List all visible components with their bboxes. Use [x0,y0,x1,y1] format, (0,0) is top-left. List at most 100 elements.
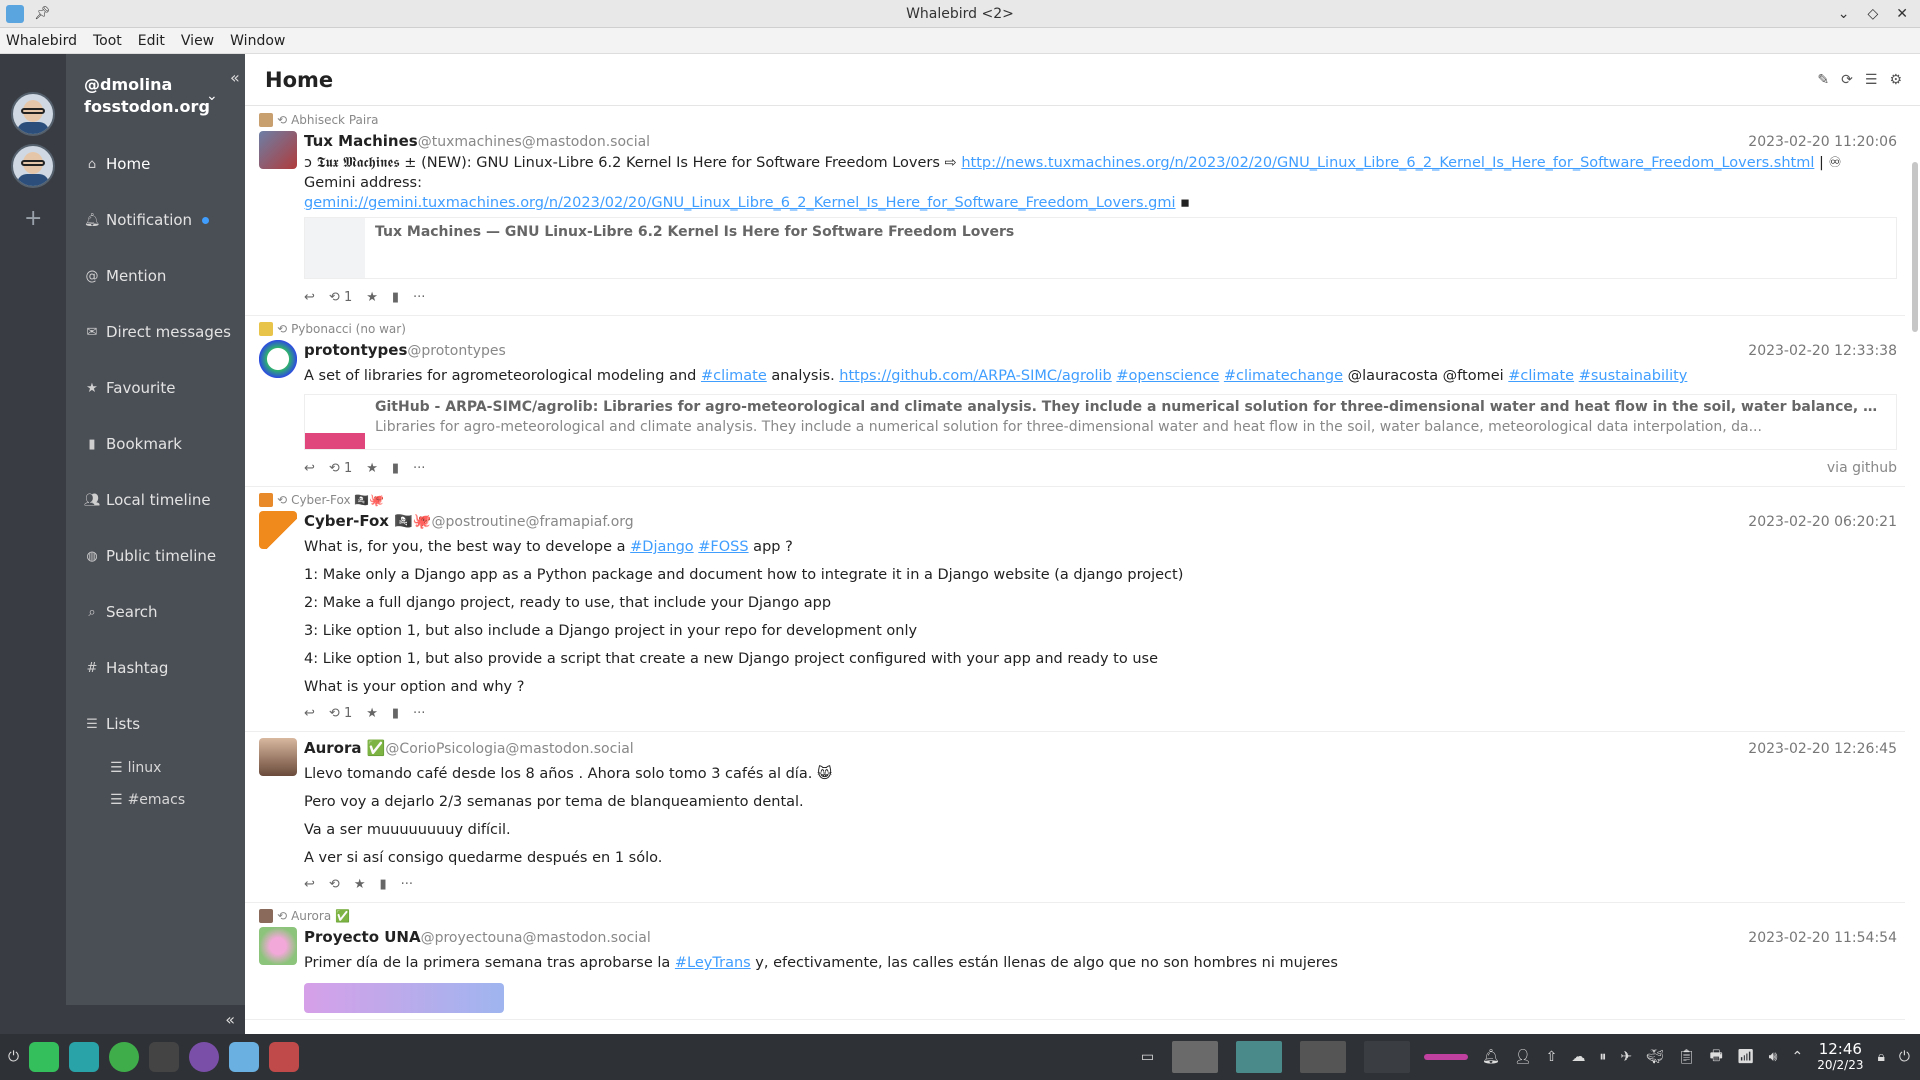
wifi-icon[interactable]: 📶︎ [1737,1049,1755,1065]
favourite-icon[interactable]: ★ [366,706,378,721]
sidebar-item-search[interactable]: ⌕ Search [84,603,157,621]
bookmark-icon[interactable]: ▮ [392,461,399,476]
favourite-icon[interactable]: ★ [354,877,366,892]
collapse-menu-icon[interactable]: « [66,1005,245,1034]
printer-icon[interactable]: 🖶 [1710,1045,1723,1069]
whalebird-tray-icon[interactable]: 🐳︎ [1646,1049,1664,1065]
compose-icon[interactable]: ✎ [1817,72,1829,88]
reply-icon[interactable]: ↩ [304,706,315,721]
menu-view[interactable]: View [181,33,214,49]
sidebar-item-lists[interactable]: ☰ Lists [84,715,140,733]
status-time[interactable]: 2023-02-20 11:54:54 [1748,926,1897,950]
hashtag-link[interactable]: #climatechange [1224,368,1343,384]
notifications-icon[interactable]: 🔔︎ [1482,1049,1500,1065]
chevron-up-icon[interactable]: ⌃ [1791,1049,1803,1065]
status-display-name[interactable]: Tux Machines [304,129,418,153]
status-item[interactable]: ⟲ Pybonacci (no war) protontypes @proton… [245,316,1905,487]
link-preview-card[interactable]: Tux Machines — GNU Linux-Libre 6.2 Kerne… [304,217,1897,279]
status-time[interactable]: 2023-02-20 12:33:38 [1748,339,1897,363]
status-avatar[interactable] [259,738,297,776]
hashtag-link[interactable]: #sustainability [1579,368,1688,384]
reply-icon[interactable]: ↩ [304,877,315,892]
hashtag-link[interactable]: #Django [630,539,694,555]
lock-icon[interactable]: ⏻ [8,1049,19,1065]
clipboard-icon[interactable]: 📋︎ [1678,1049,1696,1065]
more-icon[interactable]: ··· [401,877,413,892]
timeline[interactable]: ⟲ Abhiseck Paira Tux Machines @tuxmachin… [245,107,1905,1034]
reblog-button[interactable]: ⟲ 1 [329,706,352,721]
reply-icon[interactable]: ↩ [304,461,315,476]
link-preview-card[interactable]: GitHub - ARPA-SIMC/agrolib: Libraries fo… [304,394,1897,450]
menu-toot[interactable]: Toot [93,33,122,49]
show-desktop-icon[interactable]: ▭ [1141,1049,1154,1065]
hashtag-link[interactable]: #LeyTrans [675,955,751,971]
status-avatar[interactable] [259,131,297,169]
window-thumb-terminal[interactable] [1300,1041,1347,1073]
sidebar-item-mention[interactable]: @ Mention [84,267,167,285]
favourite-icon[interactable]: ★ [366,290,378,305]
reblog-button[interactable]: ⟲ [329,877,340,892]
reblog-button[interactable]: ⟲ 1 [329,290,352,305]
account-avatar-secondary[interactable] [11,144,55,188]
lock-screen-icon[interactable]: 🔒︎ [1877,1049,1884,1065]
status-avatar[interactable] [259,927,297,965]
telegram-icon[interactable]: ✈ [1620,1049,1632,1065]
collapse-sidebar-icon[interactable]: « [230,68,240,87]
more-icon[interactable]: ··· [413,290,425,305]
bookmark-icon[interactable]: ▮ [379,877,386,892]
status-item[interactable]: ⟲ Aurora ✅ Proyecto UNA @proyectouna@mas… [245,903,1905,1020]
sidebar-item-direct-messages[interactable]: ✉ Direct messages [84,323,231,341]
update-icon[interactable]: ⇧ [1546,1049,1558,1065]
timeline-scrollbar[interactable] [1912,162,1918,332]
window-thumb-empty[interactable] [1364,1041,1411,1073]
status-link[interactable]: https://github.com/ARPA-SIMC/agrolib [839,368,1111,384]
hashtag-link[interactable]: #climate [1508,368,1574,384]
emacs-icon[interactable] [189,1042,220,1072]
menu-whalebird[interactable]: Whalebird [6,33,77,49]
reply-icon[interactable]: ↩ [304,290,315,305]
user-icon[interactable]: 👤︎ [1514,1049,1532,1065]
menu-window[interactable]: Window [230,33,285,49]
account-info[interactable]: @dmolina fosstodon.org [84,74,210,118]
terminal-icon[interactable] [149,1042,180,1072]
more-icon[interactable]: ··· [413,461,425,476]
status-item[interactable]: Aurora ✅ @CorioPsicologia@mastodon.socia… [245,732,1905,903]
status-item[interactable]: ⟲ Cyber-Fox 🏴‍☠️🐙 Cyber-Fox 🏴‍☠️🐙 @postr… [245,487,1905,732]
bookmark-icon[interactable]: ▮ [392,290,399,305]
hashtag-link[interactable]: #climate [701,368,767,384]
clock[interactable]: 12:46 20/2/23 [1817,1041,1863,1073]
status-avatar[interactable] [259,511,297,549]
sidebar-item-hashtag[interactable]: # Hashtag [84,659,169,677]
sidebar-item-notification[interactable]: 🔔︎ Notification [84,211,210,229]
status-time[interactable]: 2023-02-20 12:26:45 [1748,737,1897,761]
pause-icon[interactable]: ⏸ [1599,1049,1606,1065]
chevron-down-icon[interactable]: ⌄ [206,88,218,104]
volume-icon[interactable]: 🔊︎ [1769,1049,1778,1065]
power-icon[interactable]: ⏻ [1899,1049,1910,1065]
media-attachment[interactable] [304,983,504,1013]
sidebar-item-bookmark[interactable]: ▮ Bookmark [84,435,182,453]
status-link-gemini[interactable]: gemini://gemini.tuxmachines.org/n/2023/0… [304,195,1176,211]
more-icon[interactable]: ··· [413,706,425,721]
favourite-icon[interactable]: ★ [366,461,378,476]
reload-icon[interactable]: ⟳ [1841,72,1853,88]
account-avatar-primary[interactable] [11,92,55,136]
settings-icon[interactable]: ⚙ [1889,72,1902,88]
window-thumb-whalebird[interactable] [1236,1041,1283,1073]
bookmark-icon[interactable]: ▮ [392,706,399,721]
status-time[interactable]: 2023-02-20 11:20:06 [1748,130,1897,154]
sidebar-list-linux[interactable]: ☰ linux [110,760,161,776]
maximize-icon[interactable]: ◇ [1867,6,1878,22]
status-time[interactable]: 2023-02-20 06:20:21 [1748,510,1897,534]
status-display-name[interactable]: Aurora ✅ [304,736,385,760]
sidebar-item-favourite[interactable]: ★ Favourite [84,379,175,397]
status-item[interactable]: ⟲ Abhiseck Paira Tux Machines @tuxmachin… [245,107,1905,316]
cloud-icon[interactable]: ☁ [1571,1049,1585,1065]
sidebar-item-public-timeline[interactable]: ◍ Public timeline [84,547,216,565]
via-application[interactable]: via github [1827,460,1897,476]
status-display-name[interactable]: Proyecto UNA [304,925,421,949]
menu-edit[interactable]: Edit [138,33,165,49]
manjaro-menu-icon[interactable] [29,1042,60,1072]
sidebar-item-home[interactable]: ⌂ Home [84,155,150,173]
status-display-name[interactable]: Cyber-Fox 🏴‍☠️🐙 [304,509,432,533]
